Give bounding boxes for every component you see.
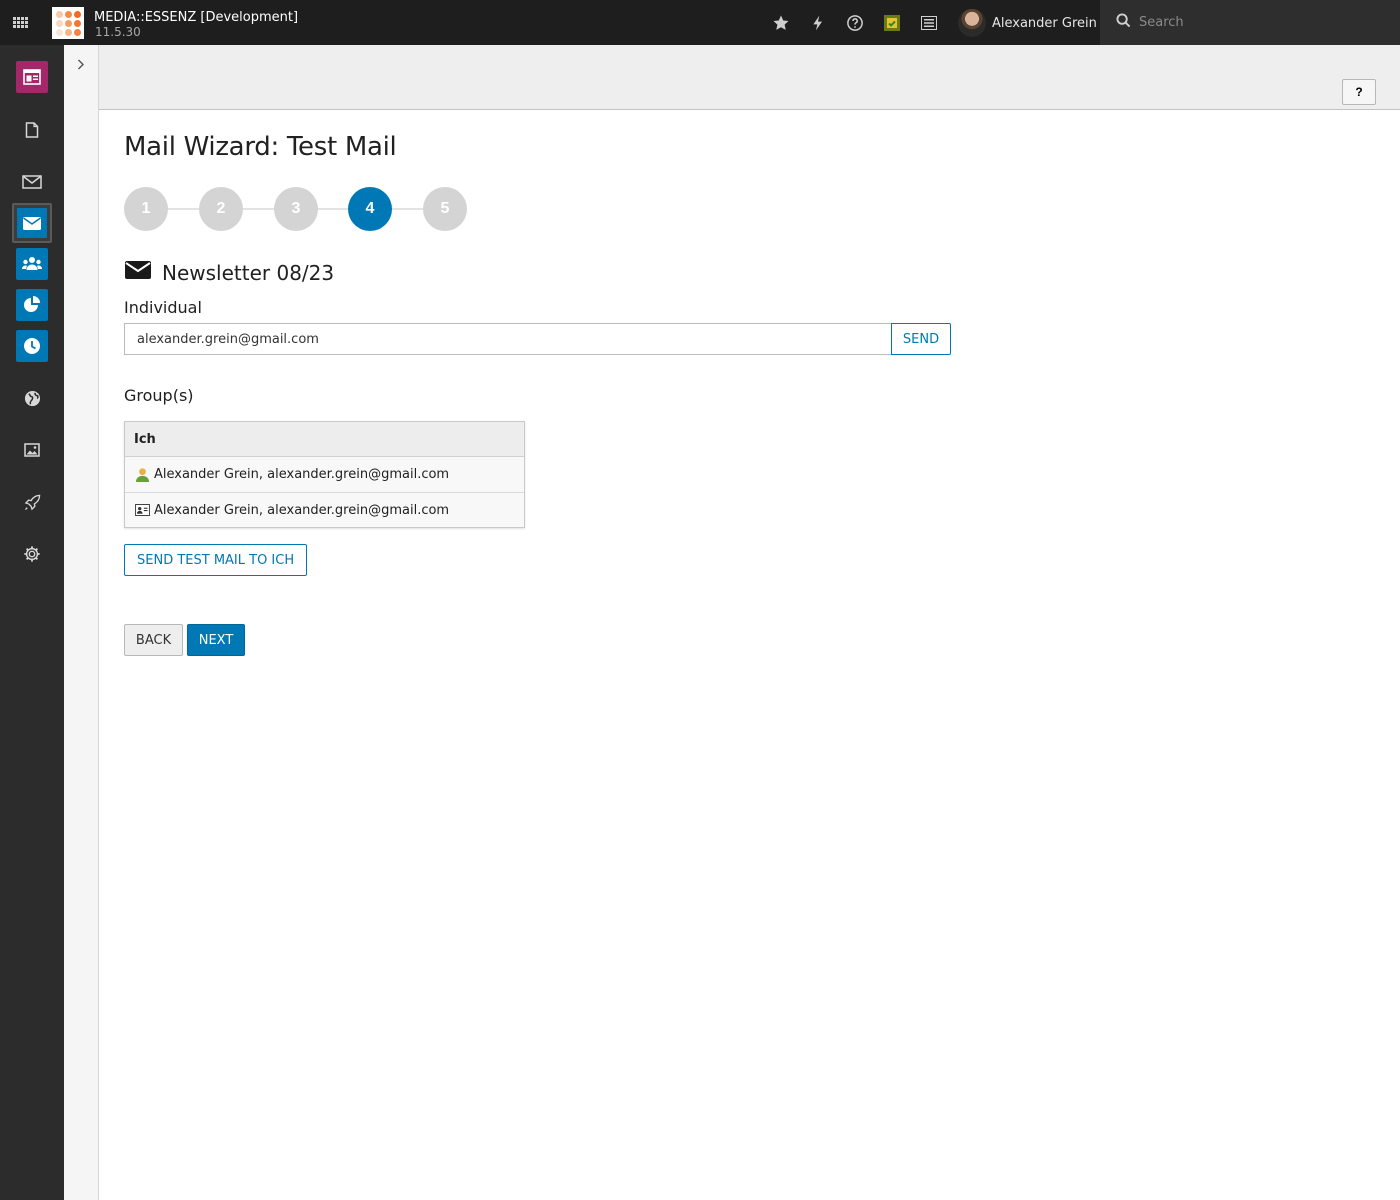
mailer-queue-clock-icon[interactable] bbox=[16, 330, 48, 362]
wizard-step-3[interactable]: 3 bbox=[274, 187, 318, 231]
system-info-icon[interactable] bbox=[881, 12, 903, 34]
rocket-icon[interactable] bbox=[16, 486, 48, 518]
top-bar: MEDIA::ESSENZ [Development] 11.5.30 Alex… bbox=[0, 0, 1400, 45]
doc-header: ? bbox=[99, 45, 1400, 110]
page-icon[interactable] bbox=[16, 114, 48, 146]
send-button[interactable]: SEND bbox=[891, 323, 951, 355]
back-button[interactable]: BACK bbox=[124, 624, 183, 656]
site-logo[interactable] bbox=[52, 7, 84, 39]
user-menu[interactable]: Alexander Grein bbox=[958, 9, 1097, 37]
opendocs-list-icon[interactable] bbox=[918, 12, 940, 34]
globe-icon[interactable] bbox=[16, 382, 48, 414]
be-user-icon bbox=[134, 467, 150, 483]
image-icon[interactable] bbox=[16, 434, 48, 466]
recipient-text: Alexander Grein, alexander.grein@gmail.c… bbox=[154, 467, 450, 482]
individual-email-input[interactable] bbox=[124, 323, 891, 355]
page-tree-panel bbox=[64, 45, 99, 1200]
recipients-icon[interactable] bbox=[16, 248, 48, 280]
recipient-text: Alexander Grein, alexander.grein@gmail.c… bbox=[154, 502, 450, 518]
wizard-step-2[interactable]: 2 bbox=[199, 187, 243, 231]
web-layout-icon[interactable] bbox=[16, 61, 48, 93]
avatar bbox=[958, 9, 986, 37]
bookmark-star-icon[interactable] bbox=[770, 12, 792, 34]
group-name: Ich bbox=[125, 422, 524, 457]
direct-mail-icon[interactable] bbox=[12, 203, 52, 243]
gear-icon[interactable] bbox=[16, 538, 48, 570]
next-button[interactable]: NEXT bbox=[187, 624, 245, 656]
help-button[interactable]: ? bbox=[1342, 79, 1376, 105]
wizard-step-4[interactable]: 4 bbox=[348, 187, 392, 231]
search-box bbox=[1100, 0, 1400, 45]
module-menu bbox=[0, 45, 64, 1200]
wizard-steps: 1 2 3 4 5 bbox=[124, 187, 474, 231]
search-input[interactable] bbox=[1139, 15, 1389, 30]
apps-grid-icon[interactable] bbox=[0, 0, 40, 45]
table-row: Alexander Grein, alexander.grein@gmail.c… bbox=[125, 492, 524, 527]
groups-label: Group(s) bbox=[124, 386, 194, 405]
wizard-step-1[interactable]: 1 bbox=[124, 187, 168, 231]
site-name: MEDIA::ESSENZ [Development] bbox=[94, 10, 299, 25]
group-table: Ich Alexander Grein, alexander.grein@gma… bbox=[124, 421, 525, 528]
newsletter-title: Newsletter 08/23 bbox=[162, 260, 335, 285]
address-card-icon bbox=[134, 502, 150, 518]
help-icon[interactable] bbox=[844, 12, 866, 34]
wizard-step-5[interactable]: 5 bbox=[423, 187, 467, 231]
envelope-icon bbox=[124, 260, 152, 285]
page-title: Mail Wizard: Test Mail bbox=[124, 132, 397, 162]
newsletter-heading: Newsletter 08/23 bbox=[124, 260, 334, 285]
search-icon bbox=[1116, 12, 1131, 33]
individual-label: Individual bbox=[124, 298, 202, 317]
flash-clear-cache-icon[interactable] bbox=[807, 12, 829, 34]
chevron-right-icon[interactable] bbox=[72, 55, 90, 73]
site-version: 11.5.30 bbox=[95, 25, 141, 39]
send-test-mail-button[interactable]: SEND TEST MAIL TO ICH bbox=[124, 544, 308, 576]
statistics-pie-icon[interactable] bbox=[16, 289, 48, 321]
mail-icon[interactable] bbox=[16, 166, 48, 198]
table-row: Alexander Grein, alexander.grein@gmail.c… bbox=[125, 457, 524, 492]
user-name: Alexander Grein bbox=[992, 15, 1097, 31]
